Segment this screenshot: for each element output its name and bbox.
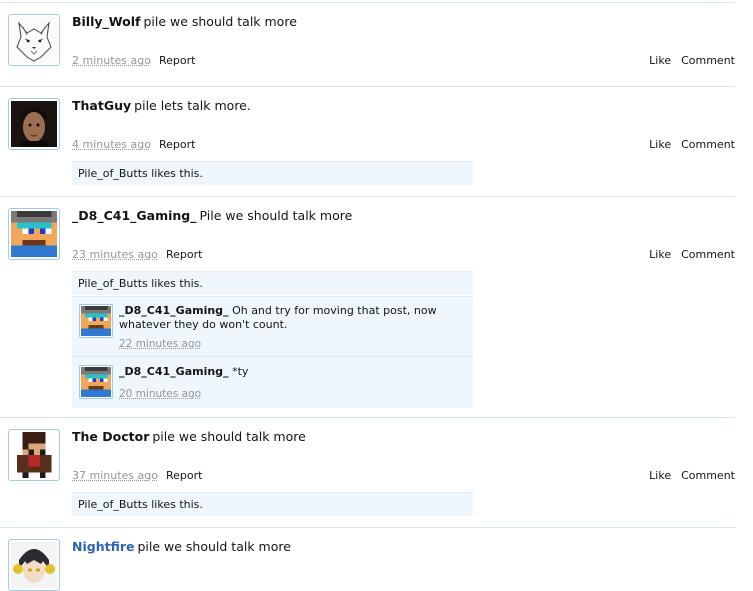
post-timestamp[interactable]: 2 minutes ago bbox=[72, 54, 151, 67]
post-actions: Like Comment bbox=[639, 469, 735, 482]
post-meta: 23 minutes ago Report bbox=[72, 248, 202, 261]
comment-link[interactable]: Comment bbox=[681, 54, 735, 67]
likes-summary: Pile_of_Butts likes this. bbox=[72, 492, 473, 516]
like-link[interactable]: Like bbox=[649, 469, 671, 482]
pixel-gamer-icon bbox=[81, 306, 111, 336]
post-text: pile we should talk more bbox=[137, 539, 290, 554]
post-username[interactable]: ThatGuy bbox=[72, 98, 131, 113]
post-username[interactable]: Billy_Wolf bbox=[72, 14, 140, 29]
pixel-gamer-avatar[interactable] bbox=[79, 304, 113, 338]
comment-timestamp[interactable]: 22 minutes ago bbox=[119, 338, 201, 350]
pixel-gamer-icon bbox=[81, 367, 111, 397]
post-text: pile we should talk more bbox=[152, 429, 305, 444]
post-text: pile we should talk more bbox=[143, 14, 296, 29]
post-timestamp[interactable]: 4 minutes ago bbox=[72, 138, 151, 151]
wolf-sketch-avatar[interactable] bbox=[8, 14, 60, 66]
likes-summary: Pile_of_Butts likes this. bbox=[72, 161, 473, 185]
pixel-gamer-icon bbox=[11, 211, 57, 257]
comment-timestamp[interactable]: 20 minutes ago bbox=[119, 388, 201, 400]
pixel-gamer-avatar[interactable] bbox=[8, 208, 60, 260]
profile-post: Billy_Wolf pile we should talk more 2 min… bbox=[0, 2, 735, 87]
post-timestamp[interactable]: 37 minutes ago bbox=[72, 469, 158, 482]
anime-headphones-avatar[interactable] bbox=[8, 539, 60, 591]
post-message: ThatGuy pile lets talk more. bbox=[72, 98, 251, 113]
post-actions: Like Comment bbox=[639, 138, 735, 151]
post-message: The Doctor pile we should talk more bbox=[72, 429, 306, 444]
profile-post: ThatGuy pile lets talk more. 4 minutes ag… bbox=[0, 86, 735, 197]
pixel-doctor-icon bbox=[11, 432, 57, 478]
anime-headphones-icon bbox=[11, 542, 57, 588]
profile-post: Nightfire pile we should talk more bbox=[0, 527, 735, 586]
wolf-icon bbox=[11, 17, 57, 63]
report-link[interactable]: Report bbox=[166, 469, 202, 482]
like-link[interactable]: Like bbox=[649, 138, 671, 151]
post-username[interactable]: Nightfire bbox=[72, 539, 134, 554]
post-meta: 4 minutes ago Report bbox=[72, 138, 195, 151]
post-text: pile lets talk more. bbox=[134, 98, 251, 113]
comment-username[interactable]: _D8_C41_Gaming_ bbox=[119, 365, 229, 378]
post-message: _D8_C41_Gaming_ Pile we should talk more bbox=[72, 208, 352, 223]
post-actions: Like Comment bbox=[639, 248, 735, 261]
portrait-icon bbox=[11, 101, 57, 147]
comment-item: _D8_C41_Gaming_ *ty 20 minutes ago bbox=[72, 356, 473, 408]
pixel-doctor-avatar[interactable] bbox=[8, 429, 60, 481]
post-text: Pile we should talk more bbox=[200, 208, 353, 223]
report-link[interactable]: Report bbox=[166, 248, 202, 261]
like-link[interactable]: Like bbox=[649, 54, 671, 67]
post-message: Nightfire pile we should talk more bbox=[72, 539, 291, 554]
comment-text: _D8_C41_Gaming_ *ty bbox=[119, 365, 464, 379]
comment-item: _D8_C41_Gaming_ Oh and try for moving th… bbox=[72, 296, 473, 356]
post-username[interactable]: The Doctor bbox=[72, 429, 149, 444]
man-portrait-avatar[interactable] bbox=[8, 98, 60, 150]
post-meta: 37 minutes ago Report bbox=[72, 469, 202, 482]
pixel-gamer-avatar[interactable] bbox=[79, 365, 113, 399]
post-message: Billy_Wolf pile we should talk more bbox=[72, 14, 297, 29]
comment-text: _D8_C41_Gaming_ Oh and try for moving th… bbox=[119, 304, 464, 332]
comment-link[interactable]: Comment bbox=[681, 138, 735, 151]
profile-post: The Doctor pile we should talk more 37 mi… bbox=[0, 417, 735, 528]
comment-body: *ty bbox=[232, 365, 248, 378]
report-link[interactable]: Report bbox=[159, 138, 195, 151]
profile-post: _D8_C41_Gaming_ Pile we should talk more … bbox=[0, 196, 735, 417]
post-meta: 2 minutes ago Report bbox=[72, 54, 195, 67]
comment-link[interactable]: Comment bbox=[681, 469, 735, 482]
comment-username[interactable]: _D8_C41_Gaming_ bbox=[119, 304, 229, 317]
likes-summary: Pile_of_Butts likes this. bbox=[72, 271, 473, 295]
like-link[interactable]: Like bbox=[649, 248, 671, 261]
comment-link[interactable]: Comment bbox=[681, 248, 735, 261]
post-actions: Like Comment bbox=[639, 54, 735, 67]
report-link[interactable]: Report bbox=[159, 54, 195, 67]
post-username[interactable]: _D8_C41_Gaming_ bbox=[72, 208, 197, 223]
post-timestamp[interactable]: 23 minutes ago bbox=[72, 248, 158, 261]
